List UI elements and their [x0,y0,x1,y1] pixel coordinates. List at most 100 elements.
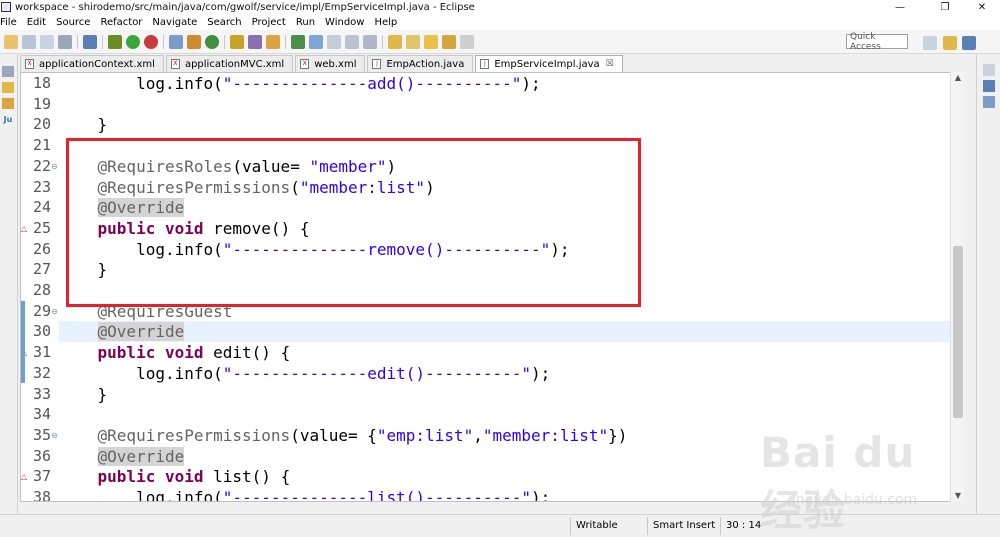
line-number: 29 [32,301,51,320]
code-line[interactable]: } [59,259,963,280]
close-tab-icon[interactable]: ☒ [606,59,614,69]
new-class-icon[interactable] [205,34,219,49]
restore-button[interactable]: ❐ [925,0,965,14]
code-token: remove() { [203,218,310,238]
code-line[interactable]: log.info("--------------remove()--------… [59,239,963,260]
code-token: "--------------edit()----------" [222,363,532,383]
forward-icon[interactable] [460,34,474,49]
code-line[interactable]: } [59,384,963,405]
code-line[interactable]: log.info("--------------add()----------"… [59,73,963,94]
menu-refactor[interactable]: Refactor [95,17,147,28]
new-icon[interactable] [4,34,18,49]
code-line[interactable]: public void list() { [59,466,963,487]
open-perspective-icon[interactable] [923,36,937,50]
code-token: public void [97,467,204,487]
navigator-icon[interactable] [2,98,14,109]
code-area[interactable]: log.info("--------------add()----------"… [59,73,963,501]
save-icon[interactable] [22,34,36,49]
show-whitespace-icon[interactable] [345,34,359,49]
code-token: "member:list" [299,177,426,197]
menu-window[interactable]: Window [320,17,369,28]
show-source-icon[interactable] [363,34,377,49]
restore-view-icon[interactable] [2,66,14,77]
back-icon[interactable] [442,34,456,49]
code-line[interactable]: public void edit() { [59,342,963,363]
code-line[interactable]: @RequiresPermissions("member:list") [59,177,963,198]
code-token: public void [97,343,204,363]
run-icon[interactable] [126,34,140,49]
junit-icon[interactable]: Ju [2,114,14,125]
code-line[interactable]: @RequiresPermissions(value= {"emp:list",… [59,425,963,446]
menu-search[interactable]: Search [202,17,246,28]
print-icon[interactable] [58,34,72,49]
code-line[interactable]: @Override [59,321,963,343]
package-explorer-icon[interactable] [2,82,14,93]
last-edit-location-icon[interactable] [424,34,438,49]
code-line[interactable]: @Override [59,197,963,218]
java-ee-perspective-icon[interactable] [943,36,957,50]
java-perspective-icon[interactable] [962,36,976,50]
code-line[interactable]: @RequiresRoles(value= "member") [59,156,963,177]
menu-source[interactable]: Source [51,17,95,28]
code-line[interactable] [59,280,963,301]
next-annotation-icon[interactable] [388,34,402,49]
line-number: 21 [32,136,51,155]
menu-project[interactable]: Project [247,17,291,28]
new-java-project-icon[interactable] [169,34,183,49]
close-window-button[interactable]: ✕ [962,0,1000,14]
title-bar: workspace - shirodemo/src/main/java/com/… [0,0,1000,14]
code-line[interactable]: log.info("--------------list()----------… [59,487,963,501]
menu-edit[interactable]: Edit [22,17,51,28]
tab-web-xml[interactable]: X web.xml [295,55,366,72]
menu-navigate[interactable]: Navigate [147,17,202,28]
xml-file-icon: X [25,59,34,69]
tab-emp-service-impl[interactable]: J EmpServiceImpl.java ☒ [475,55,623,72]
mark-occurrences-icon[interactable] [309,34,323,49]
code-line[interactable]: @Override [59,446,963,467]
code-editor[interactable]: 1819202122⊖232425△26272829⊖3031△32333435… [20,72,964,502]
external-tools-icon[interactable] [144,34,158,49]
search-icon[interactable] [266,34,280,49]
code-line[interactable] [59,404,963,425]
scroll-up-icon[interactable]: ▲ [951,72,965,84]
block-selection-icon[interactable] [327,34,341,49]
outline-icon[interactable] [983,96,995,108]
open-type-icon[interactable] [230,34,244,49]
open-task-icon[interactable] [248,34,262,49]
code-token: }) [608,425,628,445]
previous-annotation-icon[interactable] [406,34,420,49]
terminal-icon[interactable] [83,34,97,49]
fold-toggle-icon[interactable]: ⊖ [51,301,58,322]
vertical-scrollbar[interactable]: ▲ ▼ [950,72,964,502]
toggle-annotation-icon[interactable] [291,34,305,49]
console-icon[interactable] [983,80,995,92]
fold-toggle-icon[interactable]: ⊖ [51,156,58,177]
menu-run[interactable]: Run [291,17,320,28]
code-line[interactable] [59,135,963,156]
minimize-button[interactable]: — [880,0,920,14]
editor-tab-bar: X applicationContext.xml X applicationMV… [20,54,974,72]
tab-application-mvc[interactable]: X applicationMVC.xml [165,55,294,72]
restore-outline-icon[interactable] [983,64,995,76]
fold-toggle-icon[interactable]: ⊖ [51,425,58,446]
menu-help[interactable]: Help [369,17,402,28]
code-token: (value= [232,156,310,176]
quick-diff-change-bar [21,300,25,384]
code-line[interactable]: @RequiresGuest [59,301,963,322]
code-line[interactable]: } [59,114,963,135]
tab-emp-action[interactable]: J EmpAction.java [367,55,474,72]
quick-access-input[interactable]: Quick Access [846,32,908,52]
scroll-down-icon[interactable]: ▼ [951,490,965,502]
scrollbar-thumb[interactable] [953,246,963,418]
code-line[interactable]: public void remove() { [59,218,963,239]
save-all-icon[interactable] [40,34,54,49]
code-line[interactable]: log.info("--------------edit()----------… [59,363,963,384]
code-token: ) [425,177,435,197]
tab-application-context[interactable]: X applicationContext.xml [20,55,164,72]
code-line[interactable] [59,94,963,115]
new-package-icon[interactable] [187,34,201,49]
debug-icon[interactable] [108,34,122,49]
eclipse-app-icon [1,2,11,12]
menu-file[interactable]: File [0,17,22,28]
